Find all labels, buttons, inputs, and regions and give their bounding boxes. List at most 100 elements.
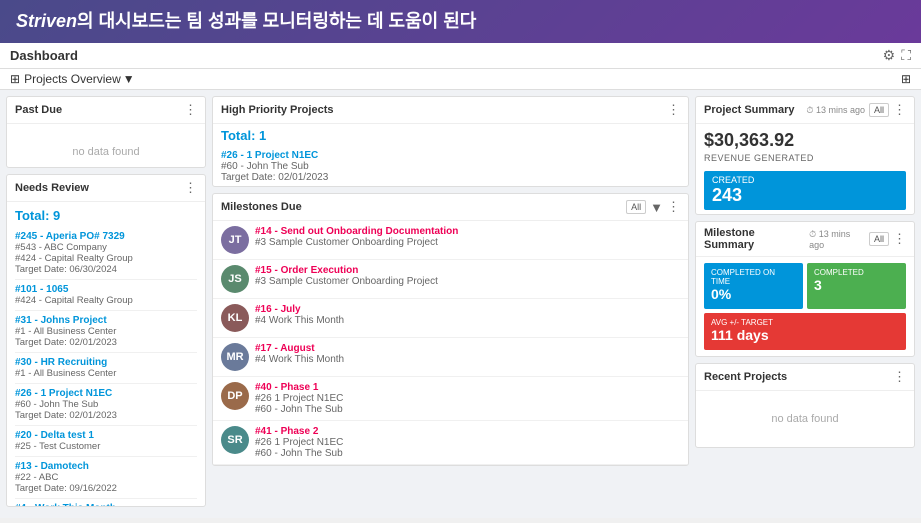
project-summary-card: Project Summary ⏱ 13 mins ago All ⋮ $30,… (695, 96, 915, 215)
avg-target-label: AVG +/- TARGET (711, 318, 899, 327)
needs-review-body: Total: 9 #245 - Aperia PO# 7329#543 - AB… (7, 202, 205, 507)
high-priority-items: #26 - 1 Project N1EC#60 - John The SubTa… (213, 147, 688, 186)
dashboard-title: Dashboard (10, 48, 78, 63)
project-summary-title: Project Summary (704, 104, 794, 116)
milestones-items: JT #14 - Send out Onboarding Documentatio… (213, 221, 688, 465)
completed-on-time-label: COMPLETED ON TIME (711, 268, 796, 286)
created-value: 243 (712, 185, 742, 205)
list-item[interactable]: #30 - HR Recruiting#1 - All Business Cen… (15, 353, 197, 384)
revenue-label: REVENUE GENERATED (696, 153, 914, 167)
milestones-due-more-button[interactable]: ⋮ (667, 199, 680, 215)
milestone-summary-title: Milestone Summary (704, 227, 805, 251)
milestone-info: #16 - July#4 Work This Month (255, 304, 344, 326)
past-due-more-button[interactable]: ⋮ (184, 102, 197, 118)
recent-projects-title: Recent Projects (704, 371, 787, 383)
milestone-summary-more-button[interactable]: ⋮ (893, 231, 906, 247)
completed-on-time-value: 0% (711, 286, 731, 302)
middle-column: High Priority Projects ⋮ Total: 1 #26 - … (212, 96, 689, 507)
past-due-no-data: no data found (15, 130, 197, 168)
high-priority-header: High Priority Projects ⋮ (213, 97, 688, 124)
recent-projects-card: Recent Projects ⋮ no data found (695, 363, 915, 448)
milestone-info: #41 - Phase 2#26 1 Project N1EC#60 - Joh… (255, 426, 343, 459)
completed-label: COMPLETED (814, 268, 899, 277)
banner: Striven의 대시보드는 팀 성과를 모니터링하는 데 도움이 된다 (0, 0, 921, 43)
completed-value: 3 (814, 277, 822, 293)
milestones-due-header-right: All ▼ ⋮ (626, 199, 680, 215)
completed-on-time-box: COMPLETED ON TIME 0% (704, 263, 803, 309)
list-item[interactable]: DP#40 - Phase 1#26 1 Project N1EC#60 - J… (213, 377, 688, 421)
needs-review-title: Needs Review (15, 182, 89, 194)
list-item[interactable]: MR#17 - August#4 Work This Month (213, 338, 688, 377)
milestone-info: #14 - Send out Onboarding Documentation#… (255, 226, 458, 248)
project-summary-header-right: ⏱ 13 mins ago All ⋮ (802, 102, 906, 118)
list-item[interactable]: #245 - Aperia PO# 7329#543 - ABC Company… (15, 227, 197, 280)
list-item[interactable]: KL #16 - July#4 Work This Month (213, 299, 688, 338)
milestone-info: #17 - August#4 Work This Month (255, 343, 344, 365)
milestones-due-dropdown[interactable]: ▼ (650, 200, 663, 215)
list-item[interactable]: #26 - 1 Project N1EC#60 - John The SubTa… (15, 384, 197, 426)
list-item[interactable]: #31 - Johns Project#1 - All Business Cen… (15, 311, 197, 353)
main-content: Past Due ⋮ no data found Needs Review ⋮ … (0, 90, 921, 513)
high-priority-title: High Priority Projects (221, 104, 333, 116)
projects-overview-dropdown[interactable]: Projects Overview ▼ (24, 72, 135, 86)
project-summary-all-button[interactable]: All (869, 103, 889, 117)
milestones-due-title: Milestones Due (221, 201, 302, 213)
past-due-body: no data found (7, 124, 205, 168)
milestone-summary-header-right: ⏱ 13 mins ago All ⋮ (805, 229, 906, 250)
list-item[interactable]: #26 - 1 Project N1EC#60 - John The SubTa… (213, 147, 688, 186)
avatar: JS (221, 265, 249, 293)
project-summary-more-button[interactable]: ⋮ (893, 102, 906, 118)
list-item[interactable]: SR#41 - Phase 2#26 1 Project N1EC#60 - J… (213, 421, 688, 465)
past-due-title: Past Due (15, 104, 62, 116)
project-summary-time: ⏱ 13 mins ago (806, 105, 865, 116)
milestone-summary-all-button[interactable]: All (869, 232, 889, 246)
projects-bar: ⊞ Projects Overview ▼ ⊞ (0, 69, 921, 90)
milestone-info: #40 - Phase 1#26 1 Project N1EC#60 - Joh… (255, 382, 343, 415)
milestones-due-header: Milestones Due All ▼ ⋮ (213, 194, 688, 221)
recent-projects-no-data: no data found (704, 397, 906, 441)
projects-bar-icon: ⊞ (10, 72, 20, 86)
banner-korean: 의 대시보드는 팀 성과를 모니터링하는 데 도움이 된다 (77, 11, 476, 31)
past-due-card: Past Due ⋮ no data found (6, 96, 206, 168)
past-due-header: Past Due ⋮ (7, 97, 205, 124)
avg-target-box: AVG +/- TARGET 111 days (704, 313, 906, 350)
avg-target-value: 111 days (711, 327, 769, 343)
list-item[interactable]: JS#15 - Order Execution#3 Sample Custome… (213, 260, 688, 299)
banner-eng: Striven (16, 11, 77, 31)
project-summary-header: Project Summary ⏱ 13 mins ago All ⋮ (696, 97, 914, 124)
needs-review-header: Needs Review ⋮ (7, 175, 205, 202)
recent-projects-header: Recent Projects ⋮ (696, 364, 914, 391)
milestone-summary-card: Milestone Summary ⏱ 13 mins ago All ⋮ CO… (695, 221, 915, 357)
needs-review-total: Total: 9 (15, 208, 197, 223)
created-bar: CREATED 243 (704, 171, 906, 210)
projects-bar-extra: ⊞ (901, 72, 911, 86)
milestones-due-card: Milestones Due All ▼ ⋮ JT #14 - Send out … (212, 193, 689, 466)
milestone-summary-time: ⏱ 13 mins ago (809, 229, 865, 250)
recent-projects-body: no data found (696, 391, 914, 447)
list-item[interactable]: #101 - 1065#424 - Capital Realty Group (15, 280, 197, 311)
high-priority-card: High Priority Projects ⋮ Total: 1 #26 - … (212, 96, 689, 187)
list-item[interactable]: #20 - Delta test 1#25 - Test Customer (15, 426, 197, 457)
list-item[interactable]: #4 - Work This Month (15, 499, 197, 507)
needs-review-card: Needs Review ⋮ Total: 9 #245 - Aperia PO… (6, 174, 206, 507)
needs-review-items: #245 - Aperia PO# 7329#543 - ABC Company… (15, 227, 197, 507)
right-column: Project Summary ⏱ 13 mins ago All ⋮ $30,… (695, 96, 915, 507)
revenue-amount: $30,363.92 (696, 124, 914, 153)
milestone-summary-grid: COMPLETED ON TIME 0% COMPLETED 3 AVG +/-… (696, 257, 914, 356)
expand-button[interactable]: ⛶ (901, 47, 911, 64)
avatar: JT (221, 226, 249, 254)
high-priority-total: Total: 1 (213, 124, 688, 147)
high-priority-more-button[interactable]: ⋮ (667, 102, 680, 118)
created-label: CREATED (712, 175, 898, 185)
needs-review-more-button[interactable]: ⋮ (184, 180, 197, 196)
dashboard-actions: ⚙ ⛶ (883, 47, 911, 64)
avatar: KL (221, 304, 249, 332)
milestone-summary-header: Milestone Summary ⏱ 13 mins ago All ⋮ (696, 222, 914, 257)
recent-projects-more-button[interactable]: ⋮ (893, 369, 906, 385)
milestones-all-button[interactable]: All (626, 200, 646, 214)
avatar: SR (221, 426, 249, 454)
list-item[interactable]: JT #14 - Send out Onboarding Documentatio… (213, 221, 688, 260)
avatar: DP (221, 382, 249, 410)
settings-button[interactable]: ⚙ (883, 47, 896, 64)
list-item[interactable]: #13 - Damotech#22 - ABCTarget Date: 09/1… (15, 457, 197, 499)
